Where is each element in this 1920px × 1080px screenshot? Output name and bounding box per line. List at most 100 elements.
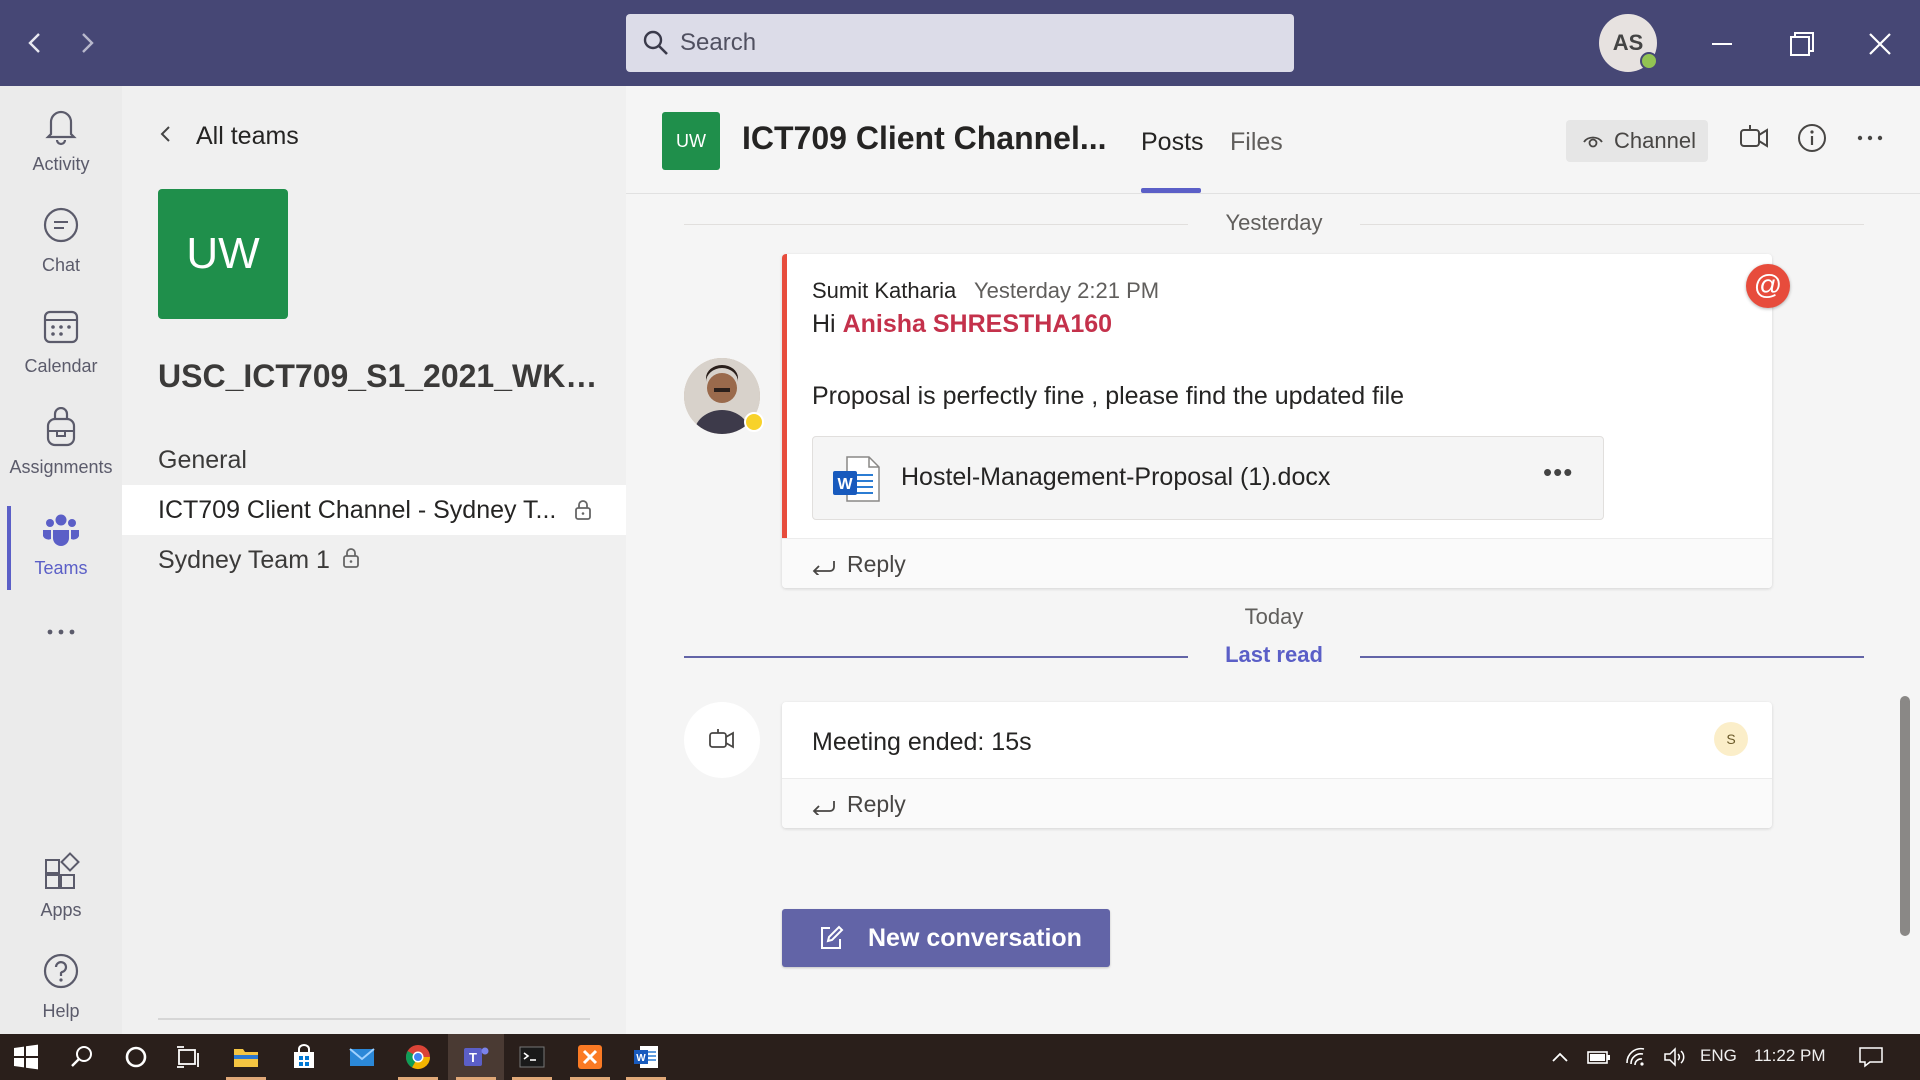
chrome-icon[interactable] <box>404 1043 432 1071</box>
chat-icon <box>43 207 79 243</box>
minimize-icon[interactable] <box>1700 22 1744 66</box>
mail-icon[interactable] <box>348 1043 376 1071</box>
rail-item-assignments[interactable]: Assignments <box>0 399 122 495</box>
team-avatar: UW <box>158 189 288 319</box>
notifications-icon[interactable] <box>1858 1045 1884 1069</box>
post-card: Sumit Katharia Yesterday 2:21 PM Hi Anis… <box>782 254 1772 588</box>
file-attachment[interactable]: W Hostel-Management-Proposal (1).docx ••… <box>812 436 1604 520</box>
active-tab-indicator <box>1141 188 1201 193</box>
new-conversation-label: New conversation <box>868 924 1082 952</box>
backpack-icon <box>46 407 76 447</box>
compose-icon <box>821 925 844 949</box>
more-apps-icon[interactable] <box>0 616 122 656</box>
forward-arrow-icon[interactable] <box>72 28 102 58</box>
lock-icon <box>343 548 359 568</box>
language-indicator[interactable]: ENG <box>1700 1046 1737 1066</box>
author-name[interactable]: Sumit Katharia <box>812 278 956 304</box>
calendar-icon <box>43 310 79 344</box>
reply-label: Reply <box>847 791 906 817</box>
channel-item-client-channel[interactable]: ICT709 Client Channel - Sydney T... <box>122 485 626 535</box>
close-icon[interactable] <box>1858 22 1902 66</box>
channel-main: UW ICT709 Client Channel... Posts Files … <box>626 86 1920 1034</box>
attachment-more-icon[interactable]: ••• <box>1543 457 1573 488</box>
rail-label: Activity <box>32 154 90 174</box>
terminal-icon[interactable] <box>518 1043 546 1071</box>
meeting-ended-text: Meeting ended: 15s <box>812 728 1032 756</box>
file-explorer-icon[interactable] <box>232 1043 260 1071</box>
scrollbar[interactable] <box>1900 696 1910 936</box>
rail-label: Help <box>42 1001 80 1021</box>
rail-item-calendar[interactable]: Calendar <box>0 298 122 394</box>
svg-text:T: T <box>469 1050 477 1065</box>
participant-avatar[interactable]: S <box>1714 722 1748 756</box>
system-clock[interactable]: 11:22 PM <box>1754 1046 1826 1066</box>
tab-files[interactable]: Files <box>1230 128 1283 157</box>
rail-item-activity[interactable]: Activity <box>0 96 122 192</box>
mention-at-badge: @ <box>1746 264 1790 308</box>
all-teams-link[interactable]: All teams <box>158 122 299 151</box>
video-camera-icon <box>709 729 734 749</box>
new-conversation-button[interactable]: New conversation <box>782 909 1110 967</box>
cortana-icon[interactable] <box>122 1043 150 1071</box>
restore-icon[interactable] <box>1780 22 1824 66</box>
title-bar: AS <box>0 0 1920 86</box>
post-greeting: Hi Anisha SHRESTHA160 <box>812 310 1112 339</box>
date-divider-today: Today <box>684 604 1864 634</box>
rail-label: Teams <box>34 558 88 578</box>
channel-label: Sydney Team 1 <box>158 546 330 574</box>
reply-bar[interactable]: Reply <box>782 538 1772 588</box>
search-icon[interactable] <box>68 1043 96 1071</box>
divider <box>158 1018 590 1020</box>
meeting-card: Meeting ended: 15s S Reply <box>782 702 1772 828</box>
presence-away-icon <box>744 412 764 432</box>
reply-bar[interactable]: Reply <box>782 778 1772 828</box>
search-box[interactable] <box>626 14 1294 72</box>
store-icon[interactable] <box>290 1043 318 1071</box>
attachment-filename: Hostel-Management-Proposal (1).docx <box>901 463 1331 491</box>
rail-item-teams[interactable]: Teams <box>0 500 122 596</box>
reply-arrow-icon <box>812 561 835 575</box>
date-divider-label: Today <box>1244 604 1304 629</box>
word-icon: W <box>833 456 880 502</box>
bell-icon <box>45 110 77 146</box>
speaker-icon[interactable] <box>1662 1045 1688 1069</box>
rail-item-apps[interactable]: Apps <box>0 842 122 938</box>
team-pane: All teams UW USC_ICT709_S1_2021_WKS_... … <box>122 86 626 1034</box>
last-read-label: Last read <box>1225 642 1323 667</box>
xampp-icon[interactable] <box>576 1043 604 1071</box>
wifi-icon[interactable] <box>1624 1045 1650 1069</box>
battery-icon[interactable] <box>1586 1045 1612 1069</box>
rail-item-chat[interactable]: Chat <box>0 197 122 293</box>
more-options-icon[interactable] <box>1854 122 1886 154</box>
back-arrow-icon[interactable] <box>20 28 50 58</box>
date-divider-label: Yesterday <box>1225 210 1323 235</box>
channel-button-label: Channel <box>1614 128 1696 153</box>
chevron-up-icon[interactable] <box>1548 1045 1572 1069</box>
channel-item-general[interactable]: General <box>122 435 626 485</box>
post-timestamp: Yesterday 2:21 PM <box>974 278 1160 303</box>
channel-title: ICT709 Client Channel... <box>742 120 1107 156</box>
task-view-icon[interactable] <box>174 1043 202 1071</box>
meet-now-icon[interactable] <box>1738 122 1770 154</box>
channel-item-sydney-team-1[interactable]: Sydney Team 1 <box>122 535 626 585</box>
reply-label: Reply <box>847 551 906 577</box>
help-icon <box>43 953 79 989</box>
rail-label: Chat <box>41 255 81 275</box>
apps-icon <box>45 852 80 889</box>
app-rail: Activity Chat Calendar Assignments Teams… <box>0 86 122 1034</box>
rail-item-help[interactable]: Help <box>0 943 122 1039</box>
meeting-icon-avatar <box>684 702 760 778</box>
mention-tag[interactable]: Anisha SHRESTHA160 <box>843 310 1113 338</box>
teams-icon[interactable]: T <box>462 1043 490 1071</box>
channel-label: ICT709 Client Channel - Sydney T... <box>158 496 557 524</box>
info-icon[interactable] <box>1796 122 1828 154</box>
windows-taskbar: T W ENG 11:22 PM <box>0 1034 1920 1080</box>
tab-posts[interactable]: Posts <box>1141 128 1204 157</box>
rail-label: Assignments <box>9 457 113 477</box>
channel-info-button[interactable]: Channel <box>1566 120 1708 162</box>
svg-text:W: W <box>837 476 853 493</box>
greeting-text: Hi <box>812 310 836 338</box>
windows-start-icon[interactable] <box>12 1043 40 1071</box>
search-input[interactable] <box>680 24 1270 62</box>
word-icon[interactable]: W <box>632 1043 660 1071</box>
